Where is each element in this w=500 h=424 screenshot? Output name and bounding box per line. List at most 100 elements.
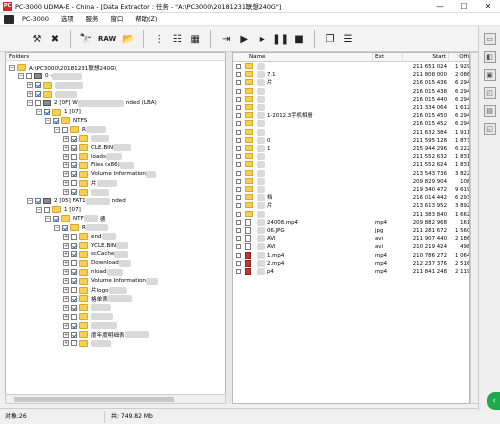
file-row[interactable]: 06.JPG jpg 211 281 672 1 560 32 xyxy=(233,227,469,235)
tree-node[interactable]: − 1 [07] xyxy=(36,205,81,214)
file-row[interactable]: 211 651 024 1 929 68 xyxy=(233,63,469,71)
expand-toggle[interactable]: + xyxy=(63,251,69,258)
tree-checkbox[interactable] xyxy=(26,73,32,80)
file-checkbox[interactable] xyxy=(236,72,241,78)
file-row[interactable]: 216 015 438 6 294 09 xyxy=(233,87,469,96)
tree-node[interactable]: − 2 [0F] W nded (LBA) xyxy=(27,99,157,108)
expand-toggle[interactable]: − xyxy=(27,198,33,204)
tree-node[interactable]: + 格单表 xyxy=(63,294,134,303)
tree-checkbox[interactable] xyxy=(35,100,41,107)
tree-checkbox[interactable] xyxy=(71,295,77,302)
file-checkbox[interactable] xyxy=(236,211,241,217)
file-checkbox[interactable] xyxy=(236,96,241,102)
tree-node[interactable]: − R xyxy=(54,223,110,232)
expand-toggle[interactable]: + xyxy=(63,233,69,240)
file-row[interactable]: 211 383 840 1 662 49 xyxy=(233,210,469,219)
expand-toggle[interactable]: − xyxy=(54,126,60,133)
tree-node[interactable]: + 片 xyxy=(63,179,119,188)
tree-checkbox[interactable] xyxy=(62,126,68,133)
tree-checkbox[interactable] xyxy=(71,331,77,338)
file-row[interactable]: 209 829 904 108 56 xyxy=(233,177,469,186)
file-checkbox[interactable] xyxy=(236,178,241,184)
tree-node[interactable]: − NTFS xyxy=(45,116,87,125)
file-checkbox[interactable] xyxy=(236,137,241,143)
close-button[interactable]: ✕ xyxy=(476,0,500,13)
expand-toggle[interactable]: + xyxy=(27,82,33,89)
tree-node[interactable]: + loads xyxy=(63,152,124,161)
file-row[interactable]: 219 340 472 9 619 12 xyxy=(233,186,469,194)
tree-checkbox[interactable] xyxy=(35,198,41,204)
expand-toggle[interactable]: + xyxy=(63,189,69,196)
expand-toggle[interactable]: + xyxy=(63,242,69,249)
expand-toggle[interactable]: + xyxy=(63,304,69,311)
tree-node[interactable]: + xyxy=(63,321,119,330)
tree-node[interactable]: + xyxy=(27,90,79,99)
col-start[interactable]: Start xyxy=(403,53,449,62)
tree-checkbox[interactable] xyxy=(71,162,77,169)
pause-icon[interactable]: ❚❚ xyxy=(272,31,289,48)
tree-checkbox[interactable] xyxy=(35,91,41,98)
tree-node[interactable]: − R xyxy=(54,125,108,134)
menu-window[interactable]: 窗口 xyxy=(104,13,129,26)
file-checkbox[interactable] xyxy=(236,154,241,160)
file-row[interactable]: AVI avi 211 907 440 2 186 09 xyxy=(233,235,469,243)
file-checkbox[interactable] xyxy=(236,187,241,192)
file-row[interactable]: 档 216 014 442 6 293 09 xyxy=(233,194,469,202)
tree-node[interactable]: + xyxy=(63,188,111,197)
file-row[interactable]: 0 211 595 128 1 873 78 xyxy=(233,136,469,145)
file-checkbox[interactable] xyxy=(236,146,241,151)
menu-service[interactable]: 服务 xyxy=(80,13,105,26)
tasks-icon[interactable]: ☰ xyxy=(340,31,356,48)
tree-checkbox[interactable] xyxy=(71,171,77,178)
expand-toggle[interactable]: + xyxy=(27,91,33,98)
side-tool-icon[interactable]: ◰ xyxy=(483,87,496,99)
file-checkbox[interactable] xyxy=(236,121,241,127)
tree-expand-icon[interactable]: ☷ xyxy=(169,31,185,48)
file-row[interactable]: AVI avi 210 219 424 498 08 xyxy=(233,243,469,251)
tree-checkbox[interactable] xyxy=(71,260,77,267)
play-icon[interactable]: ▶ xyxy=(236,31,252,48)
tree-node[interactable]: + scCache xyxy=(63,250,130,259)
expand-toggle[interactable]: − xyxy=(54,224,60,231)
horizontal-scrollbar[interactable] xyxy=(5,394,226,404)
file-checkbox[interactable] xyxy=(236,64,241,69)
file-row[interactable]: 1.mp4 mp4 210 786 272 1 064 92 xyxy=(233,251,469,260)
file-row[interactable]: 211 552 624 1 831 28 xyxy=(233,161,469,169)
file-checkbox[interactable] xyxy=(236,129,241,135)
file-row[interactable]: 216 015 452 6 294 10 xyxy=(233,120,469,128)
tree-node[interactable]: + Files (x86) xyxy=(63,161,136,170)
file-checkbox[interactable] xyxy=(236,170,241,176)
tree-node[interactable]: + Volume Information xyxy=(63,277,160,286)
minimize-button[interactable]: — xyxy=(428,0,452,13)
tree-checkbox[interactable] xyxy=(71,233,77,240)
file-checkbox[interactable] xyxy=(236,105,241,110)
expand-toggle[interactable]: + xyxy=(63,260,69,267)
file-checkbox[interactable] xyxy=(236,269,241,274)
tree-checkbox[interactable] xyxy=(44,206,50,213)
file-checkbox[interactable] xyxy=(236,228,241,233)
col-name[interactable]: Name xyxy=(247,53,373,62)
tree-checkbox[interactable] xyxy=(71,269,77,276)
expand-toggle[interactable]: − xyxy=(36,109,42,115)
maximize-button[interactable]: ☐ xyxy=(452,0,476,13)
tree-checkbox[interactable] xyxy=(71,189,77,196)
tree-node[interactable]: + 度年度明细表 xyxy=(63,330,151,339)
file-checkbox[interactable] xyxy=(236,252,241,258)
tree-node[interactable]: + Volume Information xyxy=(63,170,158,179)
file-checkbox[interactable] xyxy=(236,88,241,94)
file-row[interactable]: 片 213 613 952 3 892 60 xyxy=(233,202,469,210)
tree-node[interactable]: + xyxy=(27,81,85,90)
tree-checkbox[interactable] xyxy=(71,153,77,160)
file-checkbox[interactable] xyxy=(236,113,241,119)
file-row[interactable]: 213 543 736 3 822 39 xyxy=(233,169,469,178)
file-row[interactable]: 1-2012.3手机相册 216 015 450 6 294 10 xyxy=(233,112,469,120)
file-checkbox[interactable] xyxy=(236,219,241,225)
play-select-icon[interactable]: ▸ xyxy=(254,31,270,48)
file-row[interactable]: 216 015 440 6 294 09 xyxy=(233,95,469,104)
expand-toggle[interactable]: + xyxy=(63,153,69,160)
tree-node[interactable]: + xyxy=(63,339,113,348)
expand-toggle[interactable]: + xyxy=(63,331,69,338)
file-checkbox[interactable] xyxy=(236,236,241,242)
expand-toggle[interactable]: + xyxy=(63,287,69,293)
file-checkbox[interactable] xyxy=(236,162,241,168)
